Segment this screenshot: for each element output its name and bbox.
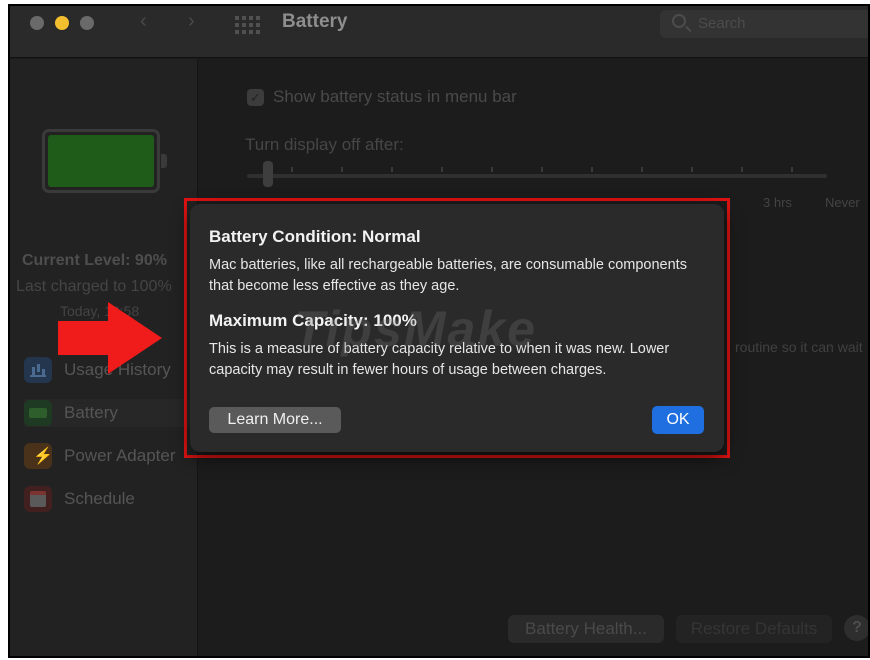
display-off-slider-track[interactable] (247, 174, 827, 178)
maximum-capacity-title: Maximum Capacity: 100% (209, 311, 417, 330)
last-charged-text: Last charged to 100% (16, 278, 172, 295)
window-title: Battery (282, 11, 348, 32)
slider-tick (591, 167, 593, 172)
sidebar-item-power-adapter[interactable]: ⚡ Power Adapter (24, 442, 196, 470)
help-button[interactable]: ? (844, 615, 868, 641)
chart-icon (24, 357, 52, 383)
search-icon (672, 14, 686, 28)
slider-label-never: Never (825, 195, 860, 210)
power-icon: ⚡ (24, 443, 53, 469)
sidebar-item-label: Power Adapter (64, 446, 176, 465)
battery-condition-text: Mac batteries, like all rechargeable bat… (209, 257, 687, 294)
maximum-capacity-text: This is a measure of battery capacity re… (209, 341, 670, 378)
calendar-icon (24, 486, 52, 512)
learn-more-button[interactable]: Learn More... (209, 407, 341, 433)
slider-tick (791, 167, 793, 172)
red-arrow-head-icon (108, 302, 162, 374)
slider-tick (691, 167, 693, 172)
show-all-grid-icon[interactable] (235, 16, 261, 34)
sidebar-item-schedule[interactable]: Schedule (24, 485, 196, 513)
screenshot-frame: ‹ › Battery Search Current Level: 90% La… (8, 4, 870, 658)
battery-condition-title: Battery Condition: Normal (209, 227, 421, 246)
search-placeholder: Search (698, 15, 746, 32)
close-window-button[interactable] (30, 16, 44, 30)
partial-option-text: routine so it can wait (735, 339, 863, 355)
show-status-checkbox[interactable]: ✓ (247, 89, 264, 106)
search-field[interactable]: Search (660, 10, 868, 38)
slider-tick (341, 167, 343, 172)
slider-label-3hrs: 3 hrs (763, 195, 792, 210)
turn-display-off-label: Turn display off after: (245, 135, 404, 154)
sidebar-item-battery[interactable]: Battery (24, 399, 196, 427)
slider-tick (441, 167, 443, 172)
zoom-window-button[interactable] (80, 16, 94, 30)
sidebar-item-label: Schedule (64, 489, 135, 508)
minimize-window-button[interactable] (55, 16, 69, 30)
slider-tick (291, 167, 293, 172)
battery-health-button[interactable]: Battery Health... (508, 615, 664, 643)
slider-tick (541, 167, 543, 172)
show-status-label: Show battery status in menu bar (273, 87, 517, 106)
forward-arrow-icon[interactable]: › (188, 10, 195, 33)
battery-icon (24, 400, 52, 426)
ok-button[interactable]: OK (652, 406, 704, 434)
current-level-text: Current Level: 90% (22, 252, 167, 269)
sidebar: Current Level: 90% Last charged to 100% … (10, 59, 198, 656)
slider-tick (391, 167, 393, 172)
sidebar-item-label: Battery (64, 403, 118, 422)
title-bar: ‹ › Battery Search (10, 6, 868, 58)
restore-defaults-button[interactable]: Restore Defaults (676, 615, 832, 643)
battery-health-dialog: Battery Condition: Normal Mac batteries,… (190, 204, 724, 452)
display-off-slider-thumb[interactable] (263, 161, 273, 187)
slider-tick (741, 167, 743, 172)
slider-tick (641, 167, 643, 172)
red-arrow-icon (58, 321, 110, 355)
slider-tick (491, 167, 493, 172)
battery-level-icon (42, 129, 167, 193)
back-arrow-icon[interactable]: ‹ (140, 10, 147, 33)
